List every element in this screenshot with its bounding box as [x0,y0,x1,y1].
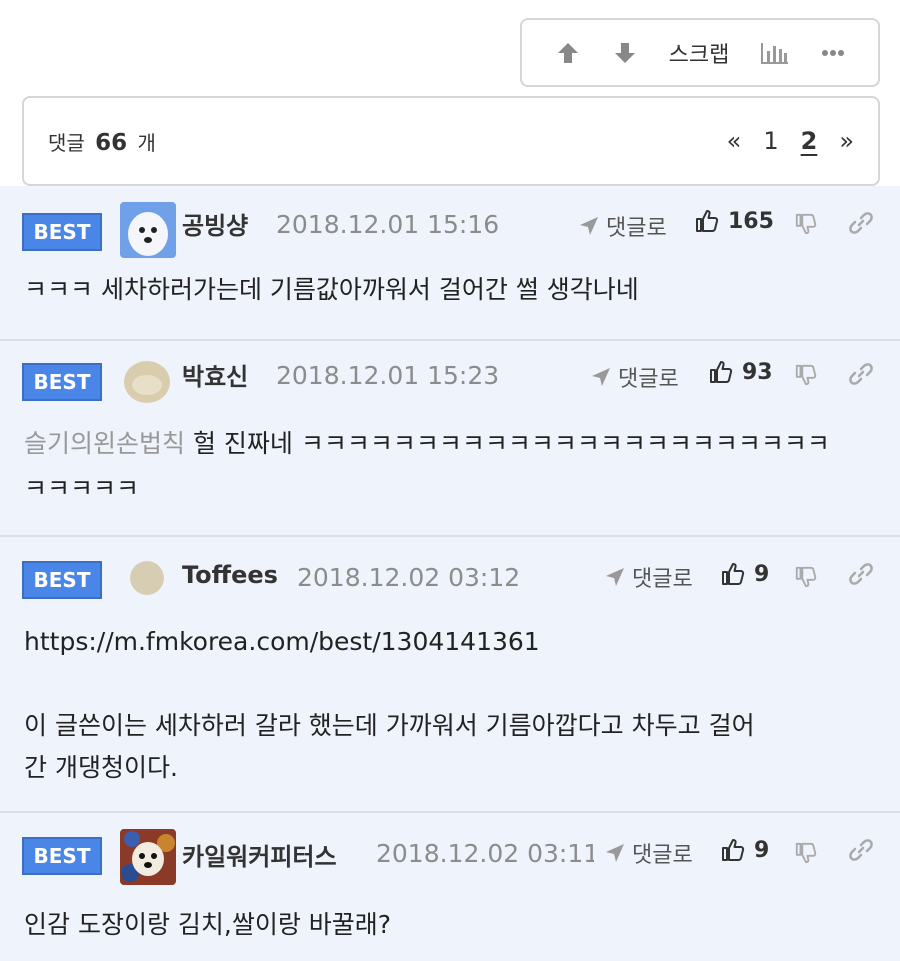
upvote-button[interactable]: 9 [720,561,769,587]
comment-item: BEST Toffees 2018.12.02 03:12 댓글로 9 http… [0,537,900,813]
more-button[interactable] [821,49,845,57]
comment-date: 2018.12.02 03:12 [297,563,521,592]
link-icon [849,363,873,385]
link-button[interactable] [848,210,874,240]
thumbs-up-icon [710,361,733,383]
comment-count-bar: 댓글 66 개 « 1 2 » [22,96,880,186]
comment-text: ㅋㅋㅋ 세차하러가는데 기름값아까워서 걸어간 썰 생각나네 [0,266,900,313]
comment-line: 이 글쓴이는 세차하러 갈라 했는데 가까워서 기름아깝다고 차두고 걸어 [24,711,755,740]
reply-button[interactable]: 댓글로 [604,561,693,593]
reply-label: 댓글로 [618,367,679,392]
downvote-button[interactable] [794,363,818,391]
vote-count: 9 [754,837,770,863]
mention-user[interactable]: 슬기의왼손법칙 [24,429,185,458]
vote-count: 165 [728,208,774,234]
comment-item: BEST 공빙샹 2018.12.01 15:16 댓글로 165 ㅋㅋㅋ 세차… [0,186,900,341]
comment-count: 댓글 66 개 [48,127,156,156]
link-icon [849,212,873,234]
reply-button[interactable]: 댓글로 [578,210,667,242]
avatar[interactable] [130,561,164,595]
comment-item: BEST 박효신 2018.12.01 15:23 댓글로 93 슬기의왼손법칙… [0,341,900,537]
best-badge: BEST [22,363,102,401]
more-dots-icon [821,49,844,56]
link-button[interactable] [848,361,874,391]
downvote-button[interactable] [794,212,818,240]
link-button[interactable] [848,837,874,867]
upvote-button[interactable]: 9 [720,837,769,863]
arrow-up-icon [558,42,579,63]
thumbs-up-icon [722,563,745,585]
comment-link[interactable]: https://m.fmkorea.com/best/1304141361 [24,621,876,663]
link-button[interactable] [848,561,874,591]
comment-line: 슬기의왼손법칙 헐 진짜네 ㅋㅋㅋㅋㅋㅋㅋㅋㅋㅋㅋㅋㅋㅋㅋㅋㅋㅋㅋㅋㅋㅋㅋ [24,429,830,458]
vote-count: 9 [754,561,770,587]
comment-line: 간 개댕청이다. [24,753,178,782]
link-icon [849,839,873,861]
downvote-button[interactable] [794,565,818,593]
thumbs-up-icon [696,210,719,232]
reply-button[interactable]: 댓글로 [604,837,693,869]
avatar[interactable] [124,359,170,405]
comment-count-suffix: 개 [137,130,156,155]
pagination-page-1[interactable]: 1 [763,127,778,155]
comment-author[interactable]: Toffees [182,561,278,589]
reply-label: 댓글로 [606,216,667,241]
comment-count-number: 66 [95,129,128,156]
best-badge: BEST [22,561,102,599]
comment-date: 2018.12.01 15:23 [276,361,500,390]
comment-author[interactable]: 공빙샹 [182,206,248,241]
comment-line: ㅋㅋㅋㅋㅋ [24,474,140,503]
link-icon [849,563,873,585]
arrow-down-icon [614,42,635,63]
best-badge: BEST [22,213,102,251]
reply-arrow-icon [606,568,624,586]
vote-count: 93 [742,359,773,385]
comment-text: https://m.fmkorea.com/best/1304141361 이 … [0,617,900,789]
pagination-next[interactable]: » [839,127,854,155]
downvote-button[interactable] [794,841,818,869]
thumbs-down-icon [795,842,817,864]
upvote-button[interactable]: 165 [694,208,774,234]
thumbs-down-icon [795,364,817,386]
comment-text: 슬기의왼손법칙 헐 진짜네 ㅋㅋㅋㅋㅋㅋㅋㅋㅋㅋㅋㅋㅋㅋㅋㅋㅋㅋㅋㅋㅋㅋㅋ ㅋㅋ… [0,421,900,511]
reply-arrow-icon [592,368,610,386]
stats-button[interactable] [760,41,790,65]
comment-count-prefix: 댓글 [48,130,85,155]
reply-button[interactable]: 댓글로 [590,361,679,393]
pagination-page-current[interactable]: 2 [801,127,818,155]
bar-chart-icon [760,42,788,64]
reply-arrow-icon [580,217,598,235]
avatar[interactable] [120,829,176,885]
scrap-button[interactable]: 스크랩 [669,37,730,69]
comment-line: ㅋㅋㅋ 세차하러가는데 기름값아까워서 걸어간 썰 생각나네 [24,275,639,304]
comment-date: 2018.12.01 15:16 [276,210,500,239]
reply-label: 댓글로 [632,843,693,868]
comment-author[interactable]: 박효신 [182,357,248,392]
comment-line: 인감 도장이랑 김치,쌀이랑 바꿀래? [24,910,392,939]
post-action-bar: 스크랩 [520,18,880,87]
comment-text: 인감 도장이랑 김치,쌀이랑 바꿀래? [0,893,900,948]
comment-date: 2018.12.02 03:11 [376,839,594,868]
best-badge: BEST [22,837,102,875]
thumbs-down-icon [795,213,817,235]
upvote-button[interactable]: 93 [708,359,773,385]
avatar[interactable] [120,202,176,258]
comment-line [24,663,876,705]
pagination-prev[interactable]: « [727,127,742,155]
pagination: « 1 2 » [727,127,854,155]
reply-arrow-icon [606,844,624,862]
downvote-button[interactable] [612,40,638,66]
thumbs-up-icon [722,839,745,861]
comment-item: BEST 카일워커피터스 2018.12.02 03:11 댓글로 9 인감 도… [0,813,900,961]
upvote-button[interactable] [555,40,581,66]
comment-author[interactable]: 카일워커피터스 [182,837,337,872]
thumbs-down-icon [795,566,817,588]
reply-label: 댓글로 [632,567,693,592]
